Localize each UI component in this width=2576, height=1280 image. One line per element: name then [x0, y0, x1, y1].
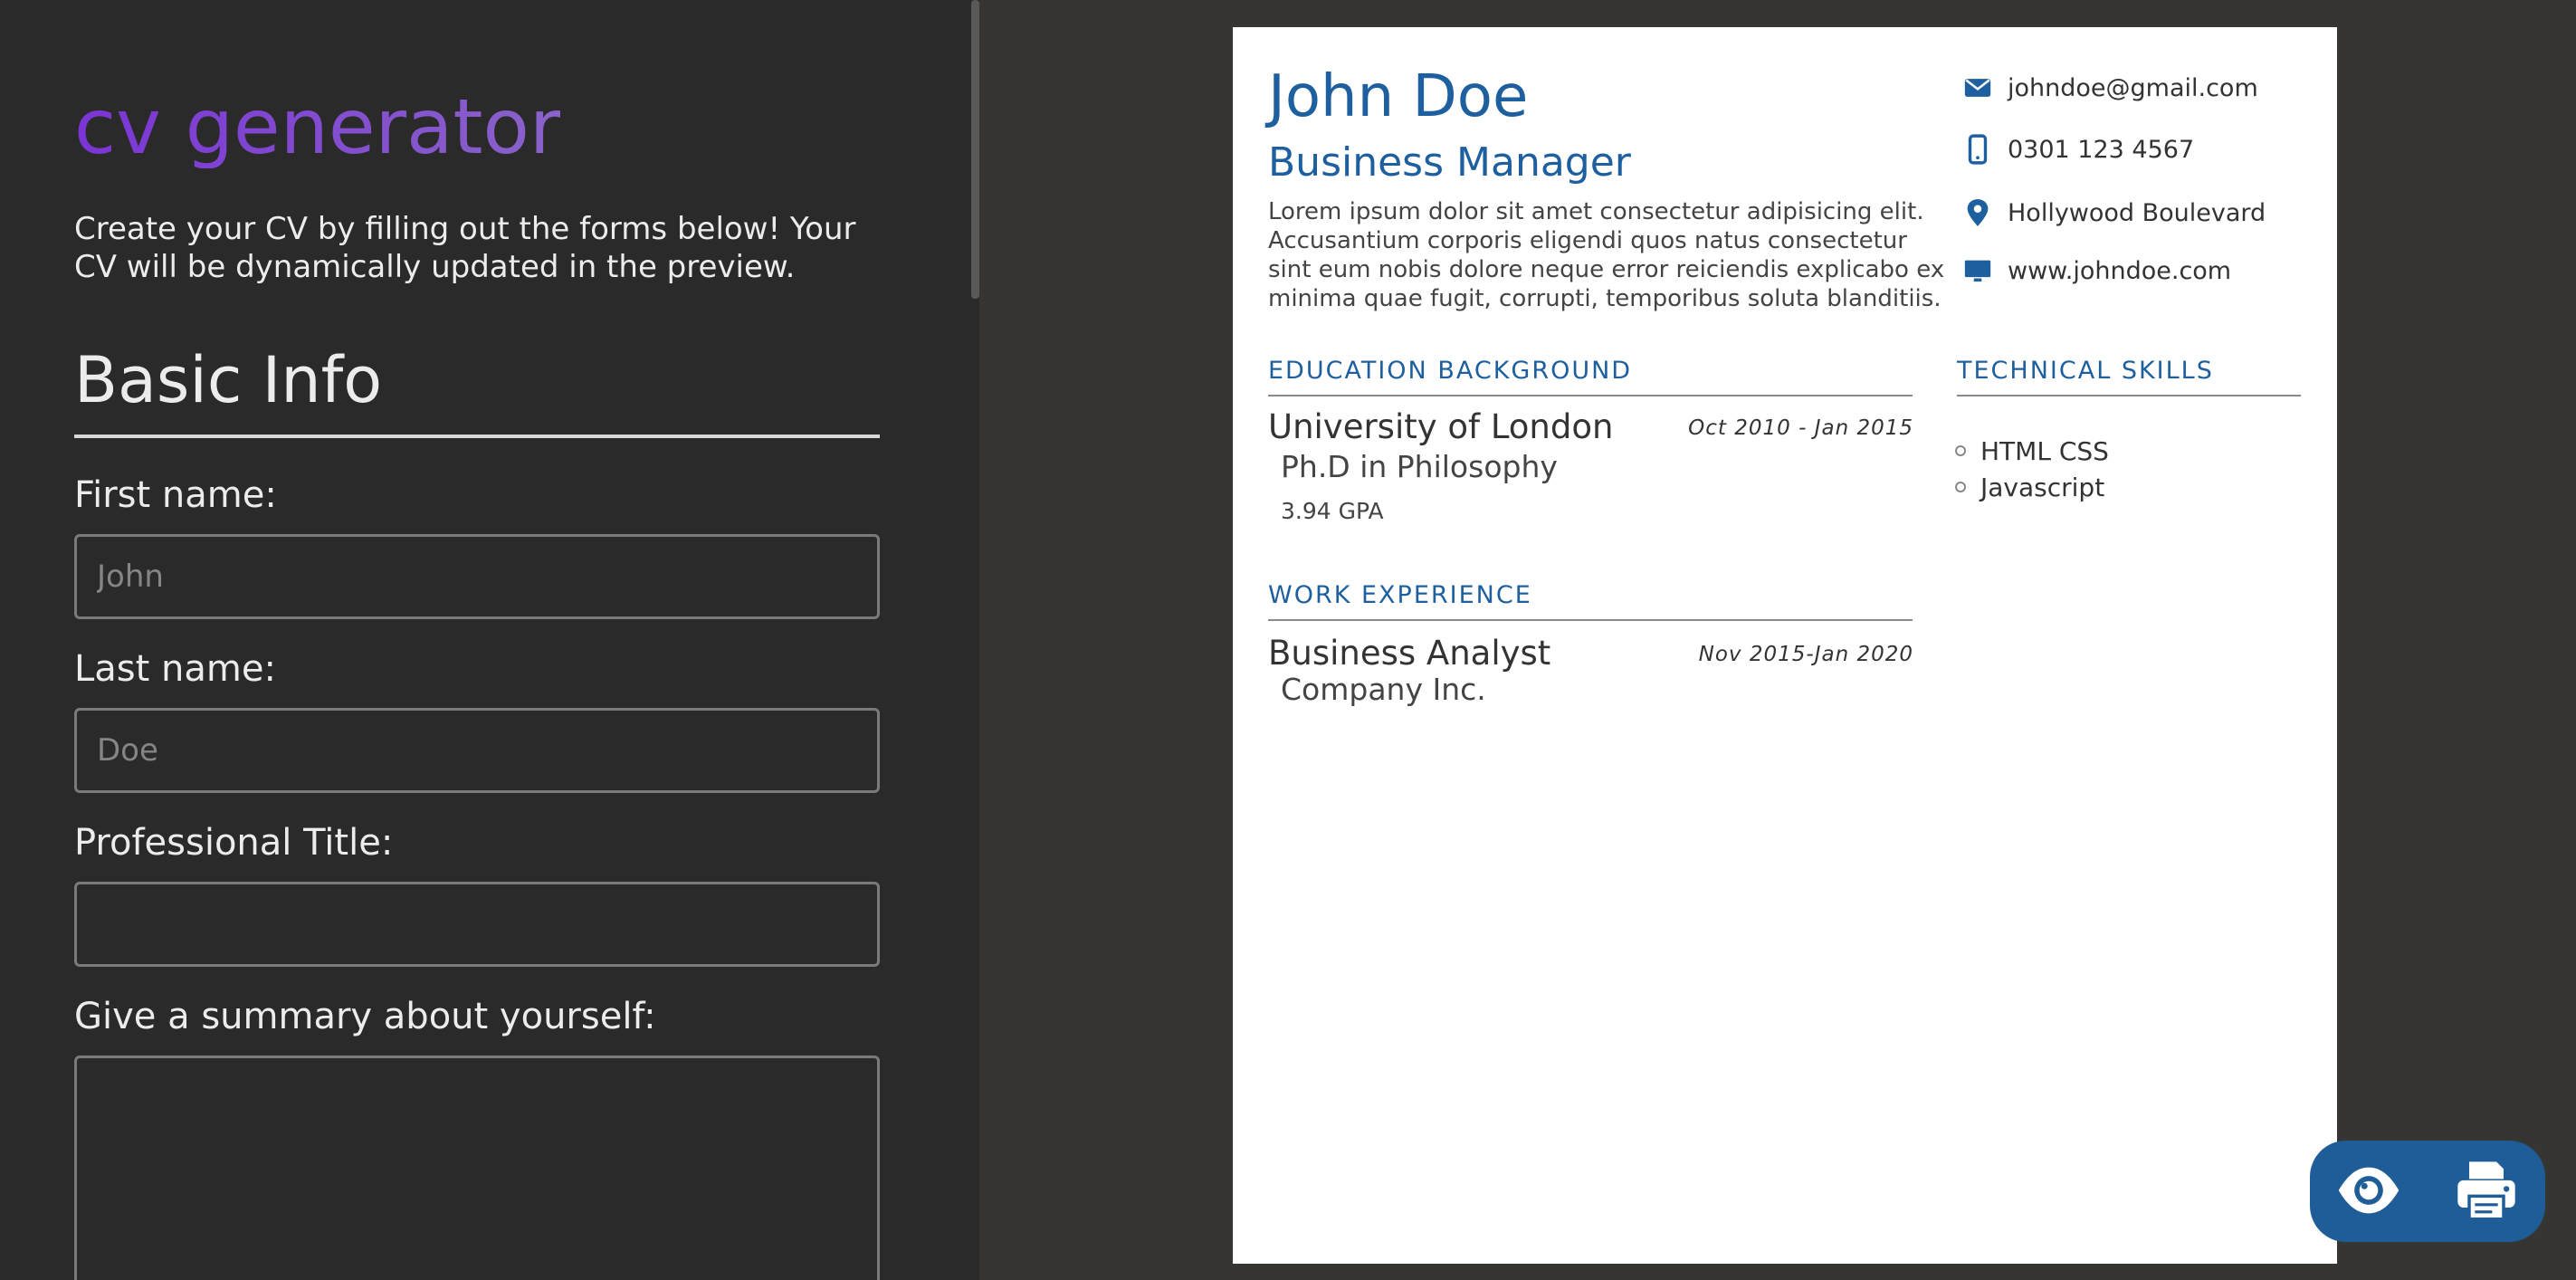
cv-professional-title: Business Manager — [1268, 139, 1631, 186]
technical-skills-heading: TECHNICAL SKILLS — [1957, 357, 2214, 385]
skill-label: HTML CSS — [1980, 435, 2109, 466]
education-gpa: 3.94 GPA — [1281, 498, 1384, 524]
summary-textarea[interactable] — [74, 1056, 880, 1280]
first-name-input[interactable] — [74, 534, 880, 619]
print-button[interactable] — [2446, 1151, 2527, 1232]
section-divider — [74, 435, 880, 438]
summary-label: Give a summary about yourself: — [74, 996, 656, 1037]
contact-phone: 0301 123 4567 — [1962, 134, 2194, 165]
last-name-label: Last name: — [74, 648, 276, 690]
work-company: Company Inc. — [1281, 672, 1486, 707]
work-experience-heading: WORK EXPERIENCE — [1268, 581, 1532, 609]
education-dates: Oct 2010 - Jan 2015 — [1688, 416, 1913, 440]
eye-icon — [2334, 1156, 2403, 1227]
skill-item: HTML CSS — [1955, 433, 2109, 469]
last-name-input[interactable] — [74, 708, 880, 793]
form-panel: cv generator Create your CV by filling o… — [0, 0, 979, 1280]
form-scrollbar-thumb[interactable] — [971, 0, 979, 299]
professional-title-label: Professional Title: — [74, 822, 394, 864]
education-degree: Ph.D in Philosophy — [1281, 449, 1558, 484]
monitor-icon — [1962, 255, 1993, 286]
action-bar — [2310, 1141, 2545, 1242]
printer-icon — [2452, 1156, 2521, 1227]
contact-address-text: Hollywood Boulevard — [2008, 198, 2266, 227]
skill-label: Javascript — [1980, 472, 2105, 502]
bullet-icon — [1955, 445, 1966, 456]
contact-address: Hollywood Boulevard — [1962, 197, 2266, 228]
app-title: cv generator — [74, 82, 561, 171]
cv-name: John Doe — [1268, 63, 1529, 130]
contact-phone-text: 0301 123 4567 — [2008, 135, 2195, 164]
bullet-icon — [1955, 482, 1966, 492]
first-name-label: First name: — [74, 474, 277, 516]
skills-list: HTML CSS Javascript — [1955, 433, 2109, 505]
contact-email: johndoe@gmail.com — [1962, 72, 2258, 103]
technical-skills-divider — [1957, 395, 2301, 396]
education-divider — [1268, 395, 1913, 396]
work-experience-divider — [1268, 619, 1913, 621]
contact-website-text: www.johndoe.com — [2008, 256, 2232, 285]
map-pin-icon — [1962, 197, 1993, 228]
skill-item: Javascript — [1955, 469, 2109, 505]
preview-button[interactable] — [2328, 1151, 2409, 1232]
professional-title-input[interactable] — [74, 882, 880, 967]
intro-text: Create your CV by filling out the forms … — [74, 211, 856, 285]
mobile-phone-icon — [1962, 134, 1993, 165]
cv-preview-page: John Doe Business Manager Lorem ipsum do… — [1233, 27, 2337, 1264]
contact-email-text: johndoe@gmail.com — [2008, 73, 2258, 102]
cv-summary: Lorem ipsum dolor sit amet consectetur a… — [1268, 198, 1945, 312]
education-heading: EDUCATION BACKGROUND — [1268, 357, 1633, 385]
contact-website: www.johndoe.com — [1962, 255, 2231, 286]
section-heading-basic-info: Basic Info — [74, 343, 383, 417]
envelope-icon — [1962, 72, 1993, 103]
education-school: University of London — [1268, 407, 1614, 446]
work-role: Business Analyst — [1268, 634, 1551, 673]
work-dates: Nov 2015-Jan 2020 — [1698, 643, 1913, 666]
